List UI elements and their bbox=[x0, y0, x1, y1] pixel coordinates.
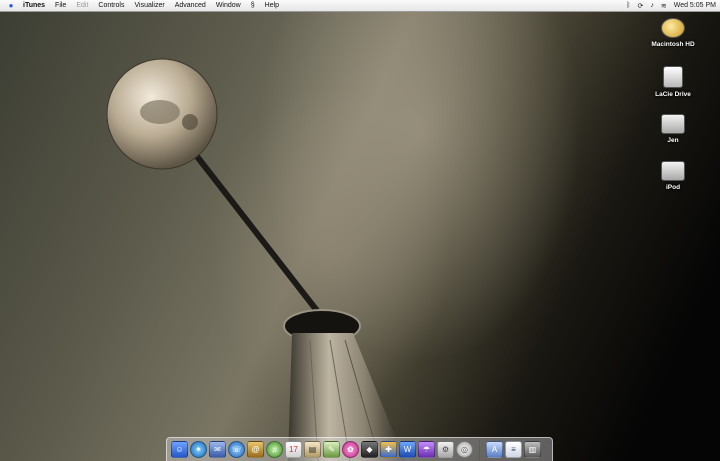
drive-label: Macintosh HD bbox=[651, 41, 695, 48]
flower-app-icon[interactable]: ✿ bbox=[342, 441, 359, 458]
menu-edit[interactable]: Edit bbox=[71, 2, 93, 9]
textedit-icon[interactable]: ✚ bbox=[380, 441, 397, 458]
menu-controls[interactable]: Controls bbox=[93, 2, 129, 9]
drive-label: iPod bbox=[665, 184, 681, 191]
ical-icon[interactable]: 17 bbox=[285, 441, 302, 458]
external-drive-icon bbox=[663, 66, 683, 88]
applications-folder-icon[interactable]: A bbox=[486, 441, 503, 458]
dock: ☺ ✦ ✉ ☏ @ ♫ 17 ▤ ✎ ✿ ◆ ✚ W ☂ ⚙ ◎ A ≡ ▥ bbox=[166, 437, 553, 461]
menu-advanced[interactable]: Advanced bbox=[170, 2, 211, 9]
drive-macintosh-hd[interactable]: Macintosh HD bbox=[638, 18, 708, 48]
ipod-drive-icon bbox=[661, 161, 685, 181]
volume-icon[interactable]: ♪ bbox=[650, 2, 654, 9]
menu-bar: ● iTunes File Edit Controls Visualizer A… bbox=[0, 0, 720, 12]
apple-menu-icon[interactable]: ● bbox=[4, 1, 18, 10]
word-icon[interactable]: W bbox=[399, 441, 416, 458]
document-icon[interactable]: ≡ bbox=[505, 441, 522, 458]
finder-icon[interactable]: ☺ bbox=[171, 441, 188, 458]
menu-app-itunes[interactable]: iTunes bbox=[18, 2, 50, 9]
idvd-icon[interactable]: ◆ bbox=[361, 441, 378, 458]
itunes-icon[interactable]: ♫ bbox=[266, 441, 283, 458]
menu-visualizer[interactable]: Visualizer bbox=[129, 2, 169, 9]
menu-window[interactable]: Window bbox=[211, 2, 246, 9]
drive-ipod[interactable]: iPod bbox=[638, 161, 708, 191]
drive-lacie[interactable]: LaCie Drive bbox=[638, 66, 708, 98]
system-preferences-icon[interactable]: ⚙ bbox=[437, 441, 454, 458]
iphoto-icon[interactable]: ✎ bbox=[323, 441, 340, 458]
menu-extras: ᛒ ⟳ ♪ ≋ Wed 5:05 PM bbox=[626, 0, 716, 11]
dock-separator bbox=[479, 439, 480, 460]
drive-label: Jen bbox=[667, 137, 679, 144]
script-menu-icon[interactable]: § bbox=[246, 2, 260, 9]
menu-help[interactable]: Help bbox=[260, 2, 284, 9]
bluetooth-icon[interactable]: ᛒ bbox=[626, 2, 630, 9]
safari-icon[interactable]: ✦ bbox=[190, 441, 207, 458]
desktop[interactable]: ● iTunes File Edit Controls Visualizer A… bbox=[0, 0, 720, 461]
trash-icon[interactable]: ▥ bbox=[524, 441, 541, 458]
dvd-player-icon[interactable]: ◎ bbox=[456, 441, 473, 458]
menu-file[interactable]: File bbox=[50, 2, 71, 9]
sync-icon[interactable]: ⟳ bbox=[637, 2, 643, 10]
mail-icon[interactable]: ✉ bbox=[209, 441, 226, 458]
clock[interactable]: Wed 5:05 PM bbox=[674, 2, 716, 9]
wallpaper-lamp-post bbox=[106, 58, 405, 461]
umbrella-app-icon[interactable]: ☂ bbox=[418, 441, 435, 458]
preview-icon[interactable]: ▤ bbox=[304, 441, 321, 458]
address-book-icon[interactable]: @ bbox=[247, 441, 264, 458]
hard-drive-icon bbox=[661, 18, 685, 38]
drive-label: LaCie Drive bbox=[655, 91, 691, 98]
wifi-icon[interactable]: ≋ bbox=[661, 2, 667, 10]
drive-jen[interactable]: Jen bbox=[638, 114, 708, 144]
volume-drive-icon bbox=[661, 114, 685, 134]
ichat-icon[interactable]: ☏ bbox=[228, 441, 245, 458]
